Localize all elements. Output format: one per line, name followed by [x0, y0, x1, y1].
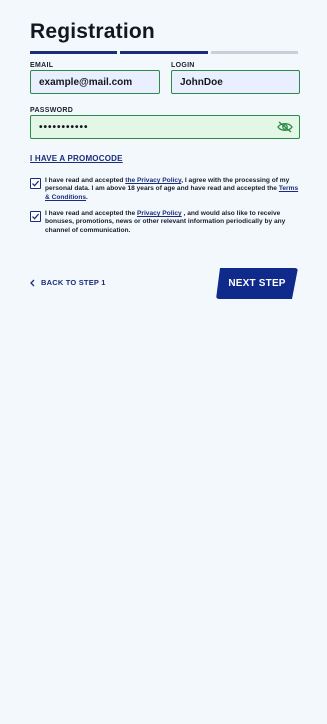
chevron-left-icon	[30, 279, 35, 286]
email-value: example@mail.com	[39, 76, 133, 88]
page-title: Registration	[30, 20, 155, 43]
privacy-policy-link[interactable]: the Privacy Policy	[125, 177, 181, 184]
privacy-text-3: .	[86, 193, 88, 201]
promocode-link[interactable]: I HAVE A PROMOCODE	[30, 154, 123, 163]
marketing-consent-text: I have read and accepted the Privacy Pol…	[45, 210, 300, 235]
login-field[interactable]: JohnDoe	[171, 70, 300, 94]
eye-off-icon[interactable]	[277, 121, 293, 133]
password-field[interactable]: •••••••••••	[30, 115, 300, 139]
progress-step-1	[30, 51, 118, 54]
next-step-button[interactable]: NEXT STEP	[216, 268, 298, 299]
privacy-checkbox[interactable]	[30, 178, 41, 189]
privacy-text-1: I have read and accepted	[45, 177, 126, 184]
marketing-checkbox[interactable]	[30, 211, 41, 222]
privacy-consent-text: I have read and accepted the Privacy Pol…	[45, 177, 300, 202]
email-field[interactable]: example@mail.com	[30, 70, 160, 94]
check-icon	[32, 213, 40, 220]
marketing-privacy-link[interactable]: Privacy Policy	[137, 210, 182, 217]
password-value: •••••••••••	[39, 121, 89, 133]
login-label: LOGIN	[171, 62, 195, 69]
back-button[interactable]: BACK TO STEP 1	[30, 278, 106, 287]
progress-step-3	[210, 51, 298, 54]
login-value: JohnDoe	[180, 76, 223, 88]
back-button-label: BACK TO STEP 1	[41, 278, 106, 287]
email-label: EMAIL	[30, 62, 54, 69]
step-progress	[30, 51, 298, 54]
check-icon	[32, 180, 40, 187]
password-label: PASSWORD	[30, 107, 74, 114]
progress-step-2	[120, 51, 208, 54]
next-step-label: NEXT STEP	[228, 278, 286, 289]
marketing-text-1: I have read and accepted the	[45, 210, 137, 217]
